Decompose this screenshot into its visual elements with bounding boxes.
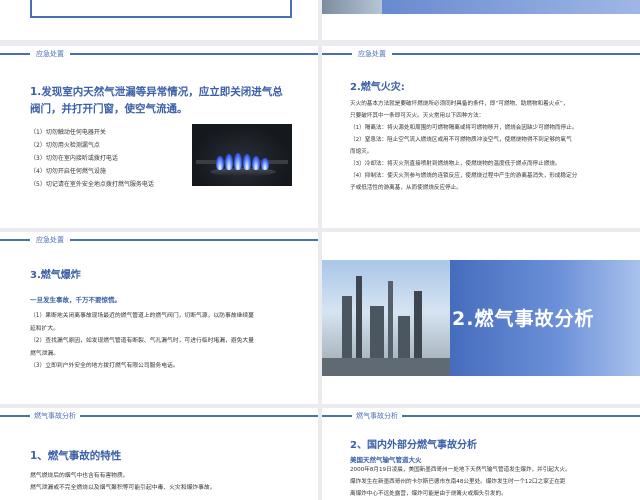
body-line: 燃气燃烧后的烟气中也含有有害物质。 [30, 473, 129, 479]
body-paragraphs: 燃气燃烧后的烟气中也含有有害物质。 燃气泄漏或不完全燃烧以及烟气聚积等可能引起中… [30, 470, 312, 494]
body-line: 2000年8月19日凌晨，美国新墨西哥州一处地下天然气输气管道发生爆炸，并引起大… [350, 467, 571, 473]
body-paragraphs: 2000年8月19日凌晨，美国新墨西哥州一处地下天然气输气管道发生爆炸，并引起大… [350, 464, 638, 500]
slide-subtitle: 一旦发生事故，千万不要惊慌。 [30, 296, 121, 304]
body-line: （3）冷却法：将灭火剂直接喷射到燃烧物上，使燃烧物的温度低于燃点而停止燃烧。 [350, 161, 561, 167]
list-item: （2）切勿用火检测漏气点 [30, 142, 100, 149]
slide-thumbnail-2[interactable] [322, 0, 640, 40]
slide-thumbnail-4[interactable]: 应急处置 2.燃气火灾: 灭火的基本方法就是要破坏燃烧所必须同时具备的条件，即“… [322, 46, 640, 228]
item-list: （1）切勿触动任何电器开关 （2）切勿用火检测漏气点 （3）切勿在室内接听或拨打… [30, 126, 190, 191]
slide-title: 1、燃气事故的特性 [30, 450, 122, 462]
body-line: （2）窒息法：阻止空气流入燃烧区或用不可燃物质冲淡空气，使燃烧物得不到足够的氧气 [350, 137, 572, 143]
body-paragraphs: （1）果断地关闭离事故现场最近的燃气管道上的燃气阀门，切断气源，以防事故继续蔓 … [30, 310, 312, 373]
slide-title: 2.燃气火灾: [350, 82, 405, 93]
section-title: 2.燃气事故分析 [452, 308, 595, 330]
slide-title: 1.发现室内天然气泄漏等异常情况，应立即关闭进气总 阀门，并打开门窗，使空气流通… [30, 84, 310, 118]
slide-thumbnail-1[interactable] [0, 0, 318, 40]
body-line: 灭火的基本方法就是要破坏燃烧所必须同时具备的条件，即“可燃物、助燃物和着火点”， [350, 101, 569, 107]
slide-thumbnail-8[interactable]: 燃气事故分析 2、国内外部分燃气事故分析 美国天然气输气管道大火 2000年8月… [322, 408, 640, 500]
section-tag: 应急处置 [30, 47, 70, 61]
body-line: （3）立即到户外安全的地方拨打燃气有限公司服务电话。 [30, 363, 179, 369]
section-tag: 应急处置 [30, 233, 70, 247]
section-tag: 燃气事故分析 [30, 409, 80, 423]
section-tag: 应急处置 [352, 47, 392, 61]
body-line: 爆炸发生在新墨西哥州的卡尔斯巴德市东南48公里处。爆炸发生时一个12口之家正在距 [350, 479, 566, 485]
slide-thumbnail-6[interactable]: 2.燃气事故分析 [322, 232, 640, 404]
section-tag: 燃气事故分析 [352, 409, 402, 423]
list-item: （1）切勿触动任何电器开关 [30, 129, 106, 136]
body-line: 燃气泄漏或不完全燃烧以及烟气聚积等可能引起中毒、火灾和爆炸事故。 [30, 485, 216, 491]
slide-subtitle: 美国天然气输气管道大火 [350, 456, 422, 464]
body-line: 延和扩大。 [30, 325, 59, 332]
body-line: 而熄灭。 [350, 149, 373, 155]
body-line: （2）查找漏气原因，如发现燃气管道有断裂、气孔漏气时，可进行临时堵漏，避免大量 [30, 338, 254, 344]
slide-thumbnail-3[interactable]: 应急处置 1.发现室内天然气泄漏等异常情况，应立即关闭进气总 阀门，并打开门窗，… [0, 46, 318, 228]
list-item: （5）切记请在室外安全地点拨打燃气服务电话 [30, 181, 154, 188]
body-line: 子或低活性的游离基，从而使燃烧反应停止。 [350, 185, 462, 191]
list-item: （3）切勿在室内接听或拨打电话 [30, 155, 118, 162]
title-line-1: 1.发现室内天然气泄漏等异常情况，应立即关闭进气总 [30, 86, 283, 98]
list-item: （4）切勿开启任何燃气设施 [30, 168, 106, 175]
slide-title: 3.燃气爆炸 [30, 270, 81, 281]
industrial-plant-photo [322, 260, 450, 376]
body-line: 离爆炸中心不远处露营，爆炸可能是由于烧篝火或烟头引发的。 [350, 491, 507, 497]
title-line-2: 阀门，并打开门窗，使空气流通。 [30, 103, 188, 115]
body-line: （4）抑制法：使灭火剂参与燃烧的连锁反应，使燃烧过程中产生的游离基消失，形成稳定… [350, 173, 578, 179]
slide-thumbnail-7[interactable]: 燃气事故分析 1、燃气事故的特性 燃气燃烧后的烟气中也含有有害物质。 燃气泄漏或… [0, 408, 318, 500]
body-line: 只要破坏其中一条即可灭火。灭火常用以下四种方法： [350, 113, 485, 119]
decorative-frame [30, 0, 292, 18]
body-line: （1）果断地关闭离事故现场最近的燃气管道上的燃气阀门，切断气源，以防事故继续蔓 [30, 313, 254, 319]
gas-stove-flame-photo [192, 124, 292, 186]
slide-thumbnail-5[interactable]: 应急处置 3.燃气爆炸 一旦发生事故，千万不要惊慌。 （1）果断地关闭离事故现场… [0, 232, 318, 404]
body-paragraphs: 灭火的基本方法就是要破坏燃烧所必须同时具备的条件，即“可燃物、助燃物和着火点”，… [350, 98, 636, 194]
banner-photo [322, 0, 382, 14]
body-line: （1）隔离法：将火源处和周围的可燃物隔离或将可燃物移开，燃烧会因缺少可燃物而停止… [350, 125, 578, 131]
body-line: 燃气泄漏。 [30, 350, 59, 357]
slide-title: 2、国内外部分燃气事故分析 [350, 440, 477, 451]
